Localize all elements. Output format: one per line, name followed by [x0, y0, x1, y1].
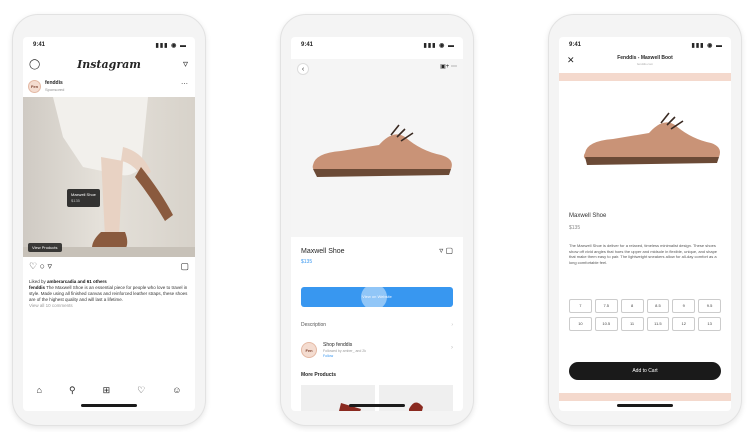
top-banner	[559, 73, 731, 81]
shoe-illustration	[583, 112, 720, 165]
size-option[interactable]: 9.5	[698, 299, 721, 313]
status-icons: ▮▮▮ ◉ ▬	[423, 43, 455, 49]
bottom-banner	[559, 393, 731, 401]
checkout-url: fenddis.com	[636, 62, 654, 66]
liked-by-prefix: Liked by	[29, 279, 48, 284]
save-icon[interactable]: ▢	[180, 261, 189, 272]
post-header: Fen fenddis Sponsored ⋯	[23, 77, 195, 97]
post-photo[interactable]: Maxwell Shoe $135 View Products	[23, 97, 195, 257]
product-name: Maxwell Shoe	[301, 248, 345, 255]
product-thumbnail[interactable]	[379, 385, 453, 411]
size-option[interactable]: 12	[672, 317, 696, 331]
bottom-tab-bar: ⌂ ⚲ ⊞ ♡ ☺	[23, 381, 195, 399]
caption-user[interactable]: fenddis	[29, 285, 45, 290]
thumbnail-illustration	[339, 403, 361, 411]
status-bar: 9:41 ▮▮▮ ◉ ▬	[291, 39, 463, 53]
more-options-icon[interactable]: ⋯	[451, 64, 457, 70]
product-price: $135	[569, 225, 581, 231]
caption-body: The Maxwell Shoe is an essential piece f…	[29, 285, 188, 302]
more-options-icon[interactable]: ⋯	[181, 80, 188, 88]
share-icon[interactable]: ▿	[439, 246, 443, 255]
home-indicator[interactable]	[81, 404, 137, 407]
product-name: Maxwell Shoe	[569, 213, 607, 219]
size-option[interactable]: 7	[569, 299, 592, 313]
caption-text: fenddis The Maxwell Shoe is an essential…	[29, 285, 189, 303]
size-option[interactable]: 7.5	[594, 299, 618, 313]
phone-product: 9:41 ▮▮▮ ◉ ▬ ‹ ▣+ ⋯ Maxwell Shoe $135 ▿ …	[280, 14, 474, 426]
shop-name: Shop fenddis	[323, 342, 353, 348]
chevron-right-icon[interactable]: ›	[451, 322, 453, 328]
size-option[interactable]: 11.5	[646, 317, 670, 331]
add-post-icon[interactable]: ⊞	[103, 385, 111, 396]
size-option[interactable]: 10	[569, 317, 592, 331]
hero-icons: ▣+ ⋯	[440, 63, 457, 70]
size-option[interactable]: 8.5	[646, 299, 670, 313]
app-title: Instagram	[77, 58, 141, 71]
home-indicator[interactable]	[617, 404, 673, 407]
product-tag-price: $135	[71, 198, 80, 203]
status-time: 9:41	[301, 42, 314, 48]
description-label[interactable]: Description	[301, 322, 326, 328]
more-products-title: More Products	[301, 372, 337, 378]
product-description: The Maxwell Shoe is deliver for a relaxe…	[569, 243, 718, 265]
shop-followers: Followed by amber_ and 2k	[323, 349, 366, 353]
comment-icon[interactable]: ○	[40, 261, 45, 271]
post-caption: Liked by amberarcadia and 61 others fend…	[29, 279, 189, 309]
product-tag[interactable]: Maxwell Shoe $135	[67, 189, 100, 207]
shoe-illustration	[312, 124, 452, 177]
view-comments-link[interactable]: View all 10 comments	[29, 303, 189, 309]
avatar[interactable]: Fen	[28, 80, 41, 93]
home-icon[interactable]: ⌂	[37, 385, 42, 395]
product-image[interactable]: ‹ ▣+ ⋯	[291, 59, 463, 237]
product-price: $135	[301, 259, 313, 265]
activity-icon[interactable]: ♡	[137, 385, 145, 396]
save-icon[interactable]: ▢	[445, 246, 453, 255]
size-selector: 7 7.5 8 8.5 9 9.5 10 10.5 11 11.5 12 13	[569, 299, 721, 331]
profile-icon[interactable]: ☺	[172, 385, 181, 395]
touch-indicator	[361, 284, 387, 310]
home-indicator[interactable]	[349, 404, 405, 407]
product-thumbnail[interactable]	[301, 385, 375, 411]
avatar: Fen	[301, 342, 317, 358]
status-time: 9:41	[33, 42, 46, 48]
search-icon[interactable]: ⚲	[69, 385, 76, 396]
photo-illustration	[23, 97, 195, 257]
checkout-header: ✕ Fenddis - Maxwell Boot fenddis.com	[559, 51, 731, 71]
image-count-icon[interactable]: ▣+	[440, 64, 449, 70]
back-icon[interactable]: ‹	[297, 63, 309, 75]
checkout-title: Fenddis - Maxwell Boot	[617, 55, 673, 61]
app-header: ◯ Instagram ▿	[23, 55, 195, 77]
product-tag-title: Maxwell Shoe	[71, 192, 96, 197]
follow-button[interactable]: Follow	[323, 354, 333, 358]
feed-screen: 9:41 ▮▮▮ ◉ ▬ ◯ Instagram ▿ Fen fenddis S…	[23, 37, 195, 411]
liked-by-suffix[interactable]: and 61 others	[76, 279, 107, 284]
thumbnail-illustration	[409, 402, 423, 411]
product-screen: 9:41 ▮▮▮ ◉ ▬ ‹ ▣+ ⋯ Maxwell Shoe $135 ▿ …	[291, 37, 463, 411]
status-time: 9:41	[569, 42, 582, 48]
product-actions: ▿ ▢	[439, 246, 453, 255]
more-products-grid	[301, 385, 453, 411]
status-icons: ▮▮▮ ◉ ▬	[155, 43, 187, 49]
size-option[interactable]: 11	[620, 317, 644, 331]
shop-row[interactable]: Fen Shop fenddis Followed by amber_ and …	[299, 339, 453, 363]
status-bar: 9:41 ▮▮▮ ◉ ▬	[23, 39, 195, 53]
phone-checkout: 9:41 ▮▮▮ ◉ ▬ ✕ Fenddis - Maxwell Boot fe…	[548, 14, 742, 426]
phone-feed: 9:41 ▮▮▮ ◉ ▬ ◯ Instagram ▿ Fen fenddis S…	[12, 14, 206, 426]
post-account-name[interactable]: fenddis	[45, 80, 63, 86]
sponsored-label: Sponsored	[45, 87, 65, 92]
size-option[interactable]: 8	[620, 299, 644, 313]
add-to-cart-button[interactable]: Add to Cart	[569, 362, 721, 380]
post-actions: ♡ ○ ▿ ▢	[29, 261, 189, 275]
view-products-button[interactable]: View Products	[28, 243, 62, 252]
checkout-screen: 9:41 ▮▮▮ ◉ ▬ ✕ Fenddis - Maxwell Boot fe…	[559, 37, 731, 411]
share-icon[interactable]: ▿	[48, 261, 53, 271]
chevron-right-icon: ›	[451, 345, 453, 351]
direct-icon[interactable]: ▿	[183, 59, 188, 70]
liked-by-user[interactable]: amberarcadia	[47, 279, 76, 284]
status-icons: ▮▮▮ ◉ ▬	[691, 43, 723, 49]
size-option[interactable]: 10.5	[594, 317, 618, 331]
like-icon[interactable]: ♡	[29, 261, 37, 271]
size-option[interactable]: 9	[672, 299, 696, 313]
size-option[interactable]: 13	[698, 317, 721, 331]
